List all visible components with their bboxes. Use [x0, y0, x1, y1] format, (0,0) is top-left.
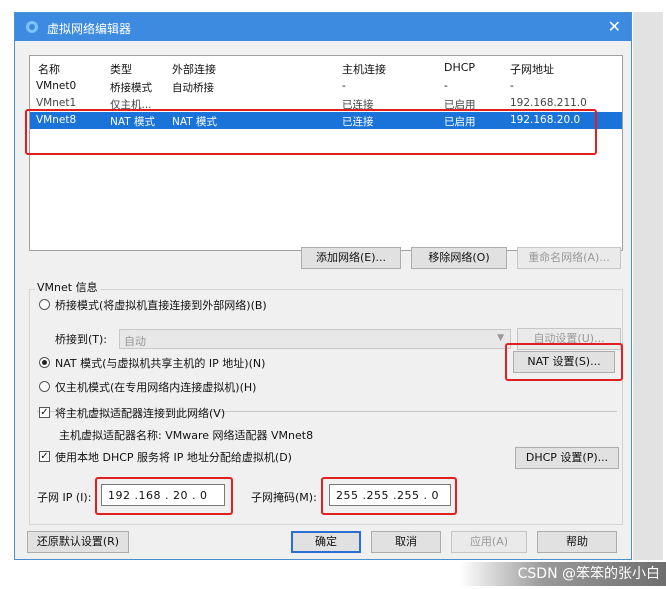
title-bar: 虚拟网络编辑器 ✕	[15, 13, 631, 41]
background-panel	[633, 12, 663, 560]
watermark-text: CSDN @笨笨的张小白	[460, 562, 666, 586]
bridged-to-select[interactable]: 自动 ▼	[119, 329, 511, 349]
use-dhcp-label[interactable]: 使用本地 DHCP 服务将 IP 地址分配给虚拟机(D)	[55, 449, 292, 465]
help-button[interactable]: 帮助	[537, 531, 617, 553]
subnet-mask-label: 子网掩码(M):	[251, 491, 317, 504]
add-network-button[interactable]: 添加网络(E)...	[301, 247, 401, 269]
chevron-down-icon: ▼	[497, 333, 504, 343]
cell-external: 自动桥接	[172, 82, 214, 94]
use-dhcp-checkbox[interactable]: ✓	[39, 451, 50, 462]
column-header-name[interactable]: 名称	[38, 61, 60, 77]
highlight-box-subnet-ip	[95, 477, 233, 515]
highlight-box-subnet-mask	[321, 477, 457, 515]
column-header-external[interactable]: 外部连接	[172, 61, 216, 77]
subnet-ip-label: 子网 IP (I):	[37, 491, 92, 504]
column-header-type[interactable]: 类型	[110, 61, 132, 77]
host-only-radio[interactable]	[39, 381, 50, 392]
bridged-mode-label[interactable]: 桥接模式(将虚拟机直接连接到外部网络)(B)	[55, 297, 267, 313]
list-header: 名称 类型 外部连接 主机连接 DHCP 子网地址	[30, 56, 622, 78]
column-header-dhcp[interactable]: DHCP	[444, 61, 475, 74]
bridged-to-value: 自动	[124, 335, 146, 348]
cell-type: 桥接模式	[110, 82, 152, 94]
host-only-label[interactable]: 仅主机模式(在专用网络内连接虚拟机)(H)	[55, 379, 256, 395]
cancel-button[interactable]: 取消	[371, 531, 441, 553]
app-icon	[26, 21, 38, 33]
virtual-network-editor-window: 虚拟网络编辑器 ✕ 名称 类型 外部连接 主机连接 DHCP 子网地址 VMne…	[14, 12, 632, 560]
highlight-box-nat-settings	[505, 343, 623, 381]
bridged-to-label: 桥接到(T):	[55, 333, 108, 346]
nat-mode-radio[interactable]	[39, 357, 50, 368]
close-icon[interactable]: ✕	[608, 17, 621, 36]
apply-button[interactable]: 应用(A)	[451, 531, 527, 553]
cell-name: VMnet1	[36, 97, 77, 109]
bridged-mode-radio[interactable]	[39, 299, 50, 310]
vmnet-info-legend: VMnet 信息	[35, 279, 100, 295]
restore-defaults-button[interactable]: 还原默认设置(R)	[27, 531, 129, 553]
connect-adapter-checkbox[interactable]: ✓	[39, 407, 50, 418]
nat-mode-label[interactable]: NAT 模式(与虚拟机共享主机的 IP 地址)(N)	[55, 355, 265, 371]
adapter-name-text: 主机虚拟适配器名称: VMware 网络适配器 VMnet8	[59, 429, 314, 442]
column-header-subnet[interactable]: 子网地址	[510, 61, 554, 77]
cell-dhcp: -	[444, 80, 448, 92]
highlight-box-vmnet8-row	[25, 109, 597, 155]
remove-network-button[interactable]: 移除网络(O)	[411, 247, 507, 269]
connect-adapter-label[interactable]: 将主机虚拟适配器连接到此网络(V)	[55, 405, 225, 421]
rename-network-button[interactable]: 重命名网络(A)...	[517, 247, 621, 269]
dhcp-settings-button[interactable]: DHCP 设置(P)...	[515, 447, 619, 469]
column-header-host[interactable]: 主机连接	[342, 61, 386, 77]
cell-name: VMnet0	[36, 80, 77, 92]
table-row[interactable]: VMnet0 桥接模式 自动桥接 - - -	[30, 78, 622, 95]
cell-subnet: -	[510, 80, 514, 92]
cell-subnet: 192.168.211.0	[510, 97, 587, 109]
window-title: 虚拟网络编辑器	[47, 22, 132, 36]
cell-host: -	[342, 80, 346, 92]
ok-button[interactable]: 确定	[291, 531, 361, 553]
